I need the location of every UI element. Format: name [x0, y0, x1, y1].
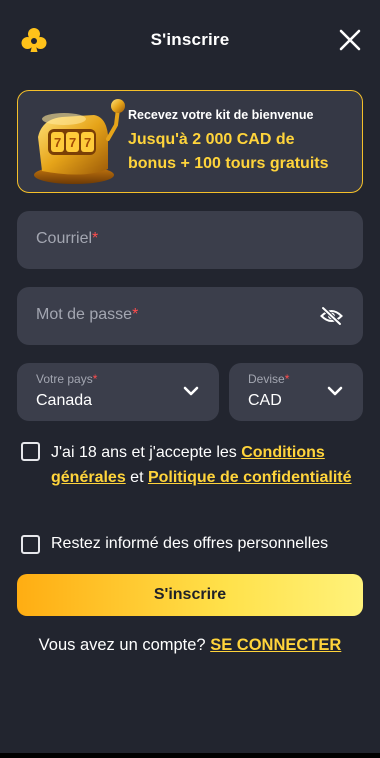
svg-text:7: 7: [69, 135, 76, 150]
login-prompt: Vous avez un compte? SE CONNECTER: [0, 636, 380, 655]
privacy-policy-link[interactable]: Politique de confidentialité: [148, 469, 352, 486]
terms-checkbox[interactable]: [21, 442, 40, 461]
chevron-down-icon: [327, 386, 343, 396]
promo-title-line-2: bonus + 100 tours gratuits: [128, 155, 329, 172]
country-value: Canada: [36, 392, 93, 409]
currency-select[interactable]: Devise* CAD: [229, 363, 363, 421]
promo-title: Jusqu'à 2 000 CAD de bonus + 100 tours g…: [128, 128, 358, 176]
terms-text: J'ai 18 ans et j'accepte les Conditions …: [51, 444, 352, 486]
newsletter-label: Restez informé des offres personnelles: [51, 535, 329, 552]
svg-text:7: 7: [84, 135, 91, 150]
page-title: S'inscrire: [150, 30, 230, 49]
bottom-bar: [0, 753, 380, 758]
password-field[interactable]: Mot de passe*: [17, 287, 363, 345]
email-placeholder: Courriel*: [36, 230, 99, 247]
eye-hidden-icon[interactable]: [320, 306, 343, 326]
currency-label: Devise*: [248, 372, 290, 386]
password-placeholder: Mot de passe*: [36, 306, 139, 323]
currency-value: CAD: [248, 392, 282, 409]
register-button[interactable]: S'inscrire: [17, 574, 363, 616]
promo-title-line-1: Jusqu'à 2 000 CAD de: [128, 131, 295, 148]
svg-text:7: 7: [54, 135, 61, 150]
welcome-bonus-banner[interactable]: 7 7 7 Recevez votre kit de bienvenue Jus…: [17, 90, 363, 193]
login-question: Vous avez un compte?: [38, 636, 211, 654]
email-field[interactable]: Courriel*: [17, 211, 363, 269]
header: S'inscrire: [0, 0, 380, 80]
country-select[interactable]: Votre pays* Canada: [17, 363, 219, 421]
promo-subtitle: Recevez votre kit de bienvenue: [128, 108, 314, 122]
close-icon[interactable]: [337, 27, 363, 53]
chevron-down-icon: [183, 386, 199, 396]
slot-machine-image: 7 7 7: [34, 99, 125, 184]
newsletter-checkbox[interactable]: [21, 535, 40, 554]
login-link[interactable]: SE CONNECTER: [210, 636, 341, 654]
country-label: Votre pays*: [36, 372, 98, 386]
